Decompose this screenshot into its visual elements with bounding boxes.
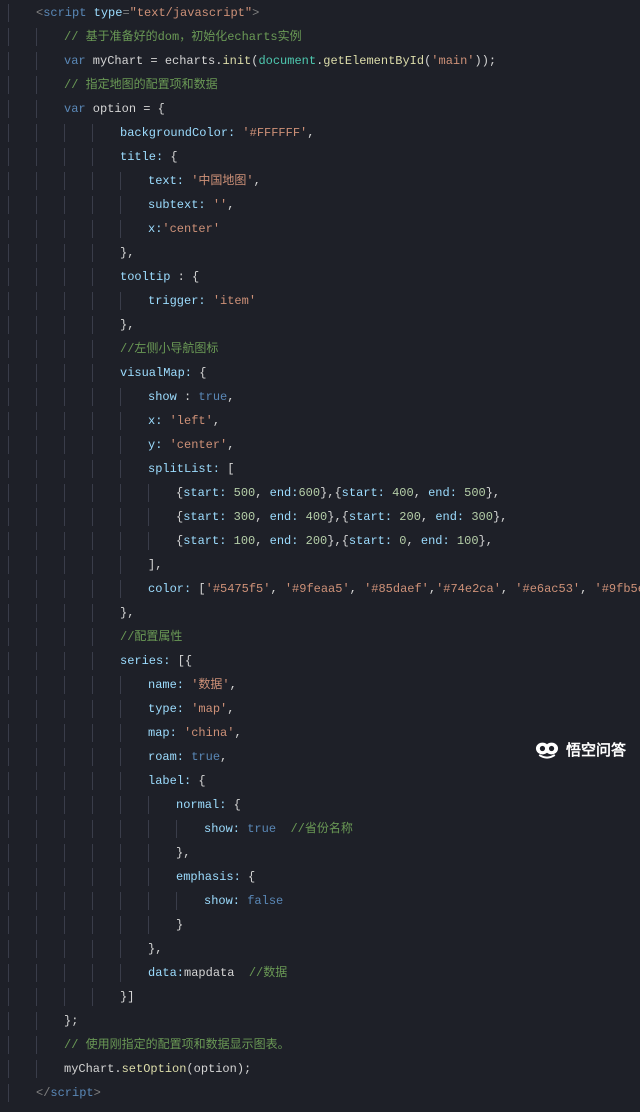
code-line: y: 'center', (8, 436, 632, 460)
code-line: }, (8, 844, 632, 868)
code-line: trigger: 'item' (8, 292, 632, 316)
code-line: }, (8, 604, 632, 628)
code-line: name: '数据', (8, 676, 632, 700)
code-line: series: [{ (8, 652, 632, 676)
code-line: emphasis: { (8, 868, 632, 892)
code-line: }, (8, 244, 632, 268)
code-line: x:'center' (8, 220, 632, 244)
code-line: // 指定地图的配置项和数据 (8, 76, 632, 100)
code-line: var option = { (8, 100, 632, 124)
code-line: type: 'map', (8, 700, 632, 724)
code-line: }; (8, 1012, 632, 1036)
code-line: show: false (8, 892, 632, 916)
code-line: var myChart = echarts.init(document.getE… (8, 52, 632, 76)
code-line: color: ['#5475f5', '#9feaa5', '#85daef',… (8, 580, 632, 604)
code-line: }] (8, 988, 632, 1012)
code-line: myChart.setOption(option); (8, 1060, 632, 1084)
code-line: }, (8, 316, 632, 340)
code-line: } (8, 916, 632, 940)
code-line: <script type="text/javascript"> (8, 4, 632, 28)
code-line: show: true //省份名称 (8, 820, 632, 844)
code-line: }, (8, 940, 632, 964)
code-line: normal: { (8, 796, 632, 820)
code-line: {start: 300, end: 400},{start: 200, end:… (8, 508, 632, 532)
code-line: //配置属性 (8, 628, 632, 652)
code-line: splitList: [ (8, 460, 632, 484)
code-line: subtext: '', (8, 196, 632, 220)
code-line: // 基于准备好的dom，初始化echarts实例 (8, 28, 632, 52)
code-line: {start: 100, end: 200},{start: 0, end: 1… (8, 532, 632, 556)
code-line: //左侧小导航图标 (8, 340, 632, 364)
code-line: data:mapdata //数据 (8, 964, 632, 988)
code-line: tooltip : { (8, 268, 632, 292)
code-line: {start: 500, end:600},{start: 400, end: … (8, 484, 632, 508)
code-line: backgroundColor: '#FFFFFF', (8, 124, 632, 148)
code-editor: <script type="text/javascript">// 基于准备好的… (0, 0, 640, 1112)
watermark-icon (534, 741, 560, 761)
watermark: 悟空问答 (534, 740, 626, 763)
code-line: text: '中国地图', (8, 172, 632, 196)
code-line: x: 'left', (8, 412, 632, 436)
code-line: visualMap: { (8, 364, 632, 388)
code-line: </script> (8, 1084, 632, 1108)
code-line: ], (8, 556, 632, 580)
code-line: title: { (8, 148, 632, 172)
code-line: show : true, (8, 388, 632, 412)
watermark-text: 悟空问答 (566, 740, 626, 763)
code-line: // 使用刚指定的配置项和数据显示图表。 (8, 1036, 632, 1060)
